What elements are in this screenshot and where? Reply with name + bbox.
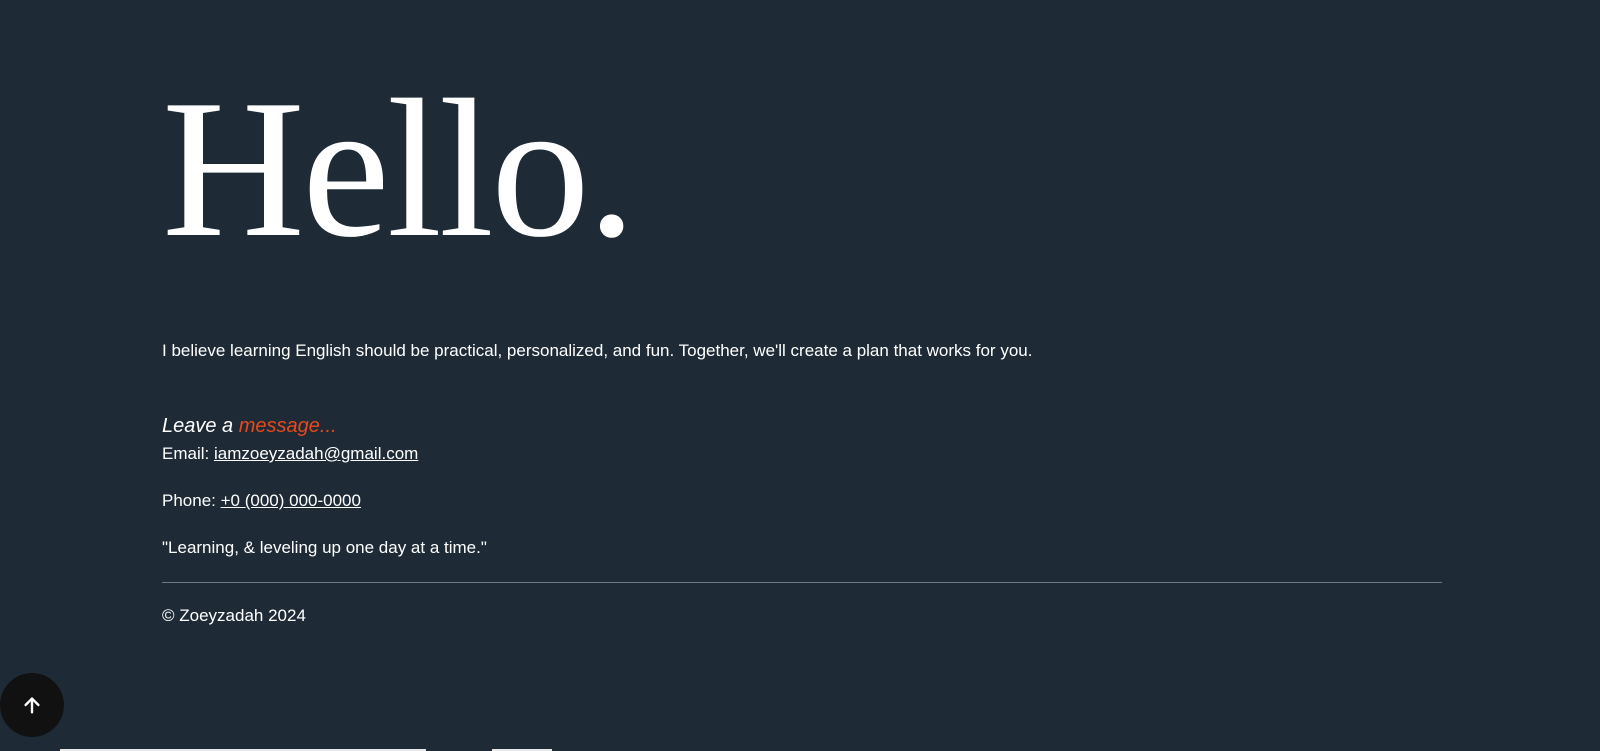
copyright-text: © Zoeyzadah 2024 [162, 606, 306, 625]
hero-title: Hello. [162, 59, 636, 278]
back-to-top-button[interactable] [0, 673, 64, 737]
phone-line: Phone: +0 (000) 000-0000 [162, 489, 361, 513]
phone-link[interactable]: +0 (000) 000-0000 [221, 491, 361, 510]
email-line: Email: iamzoeyzadah@gmail.com [162, 442, 418, 466]
email-link[interactable]: iamzoeyzadah@gmail.com [214, 444, 418, 463]
intro-text: I believe learning English should be pra… [162, 341, 1033, 360]
arrow-up-icon [24, 697, 40, 714]
quote-text: "Learning, & leveling up one day at a ti… [162, 538, 487, 557]
message-heading-prefix: Leave a [162, 415, 239, 437]
footer-divider [162, 582, 1442, 583]
message-heading-accent: message... [238, 415, 337, 437]
message-heading: Leave a message... [162, 413, 337, 439]
email-label: Email: [162, 444, 214, 463]
page: Hello. I believe learning English should… [0, 0, 1600, 751]
phone-label: Phone: [162, 491, 221, 510]
